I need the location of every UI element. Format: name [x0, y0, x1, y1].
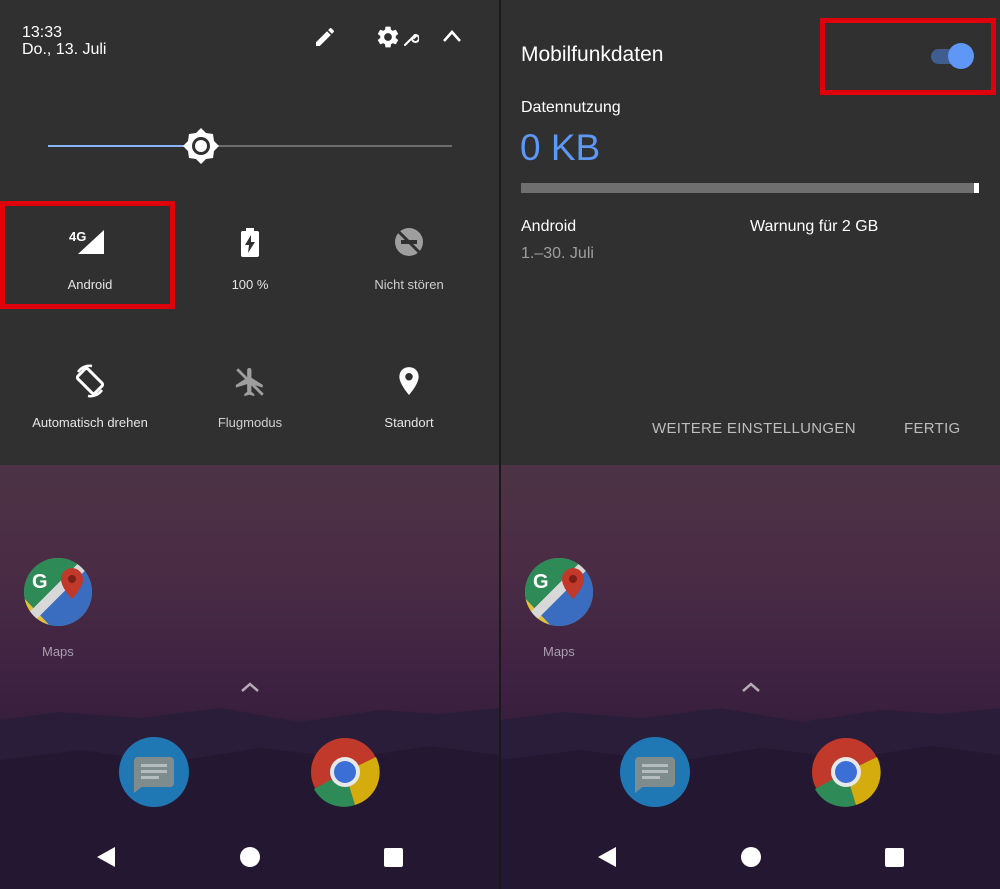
brightness-slider[interactable] — [48, 128, 452, 164]
location-icon — [399, 367, 419, 395]
back-icon[interactable] — [596, 846, 618, 868]
tile-do-not-disturb[interactable]: Nicht stören — [329, 210, 489, 300]
home-icon[interactable] — [239, 846, 261, 868]
airplane-icon — [235, 367, 264, 397]
messages-icon — [635, 757, 675, 793]
maps-app[interactable]: G Maps — [22, 556, 98, 666]
tile-label-airplane-mode: Flugmodus — [217, 415, 283, 430]
chrome-icon — [812, 738, 881, 807]
maps-icon: G — [525, 558, 593, 626]
chrome-icon — [311, 738, 380, 807]
highlight-box-toggle — [820, 18, 996, 95]
maps-label: Maps — [42, 644, 74, 659]
more-settings-button[interactable]: WEITERE EINSTELLUNGEN — [652, 420, 856, 437]
data-warning: Warnung für 2 GB — [750, 218, 879, 235]
status-date: Do., 13. Juli — [22, 41, 107, 58]
brightness-track-filled — [48, 145, 200, 147]
usage-label: Datennutzung — [521, 99, 621, 116]
settings-icon[interactable] — [375, 24, 401, 50]
app-drawer-chevron-icon[interactable] — [741, 681, 761, 693]
brightness-track — [200, 145, 452, 147]
quick-settings-panel: 13:33 Do., 13. Juli 4G Android 100 % Nic… — [0, 0, 499, 465]
home-icon[interactable] — [740, 846, 762, 868]
auto-rotate-icon — [75, 364, 105, 398]
maps-icon: G — [24, 558, 92, 626]
tile-label-auto-rotate: Automatisch drehen — [32, 415, 148, 430]
tile-battery[interactable]: 100 % — [170, 210, 330, 300]
network-name: Android — [521, 218, 577, 235]
mobile-data-detail-panel: Mobilfunkdaten Datennutzung 0 KB Android… — [501, 0, 1000, 465]
usage-limit-marker — [974, 183, 979, 193]
tile-location[interactable]: Standort — [329, 350, 489, 440]
messages-app[interactable] — [119, 737, 189, 807]
app-drawer-chevron-icon[interactable] — [240, 681, 260, 693]
battery-icon — [241, 228, 259, 257]
brightness-thumb-icon[interactable] — [183, 128, 219, 164]
usage-bar — [521, 183, 979, 193]
svg-text:G: G — [533, 571, 549, 593]
messages-icon — [134, 757, 174, 793]
tile-label-do-not-disturb: Nicht stören — [374, 277, 444, 292]
chrome-app[interactable] — [811, 737, 881, 807]
svg-text:G: G — [32, 571, 48, 593]
status-time: 13:33 — [22, 24, 63, 41]
done-button[interactable]: FERTIG — [904, 420, 961, 437]
developer-wrench-icon — [404, 34, 419, 46]
left-screen: G Maps 13:33 Do., 13. Juli 4G Android 10… — [0, 0, 499, 889]
tile-label-location: Standort — [384, 415, 434, 430]
messages-app[interactable] — [620, 737, 690, 807]
panel-title: Mobilfunkdaten — [521, 43, 664, 66]
recents-icon[interactable] — [885, 848, 904, 867]
chrome-app[interactable] — [310, 737, 380, 807]
do-not-disturb-icon — [395, 228, 423, 256]
highlight-box-mobile-data — [0, 201, 175, 309]
billing-period: 1.–30. Juli — [521, 245, 594, 262]
edit-icon[interactable] — [313, 25, 337, 49]
right-screen: G Maps Mobilfunkdaten Datennutzung 0 KB … — [501, 0, 1000, 889]
tile-label-battery: 100 % — [231, 277, 269, 292]
usage-value: 0 KB — [520, 127, 601, 168]
tile-airplane-mode[interactable]: Flugmodus — [170, 350, 330, 440]
tile-auto-rotate[interactable]: Automatisch drehen — [10, 350, 170, 440]
recents-icon[interactable] — [384, 848, 403, 867]
back-icon[interactable] — [95, 846, 117, 868]
collapse-icon[interactable] — [442, 29, 462, 43]
maps-label: Maps — [543, 644, 575, 659]
maps-app[interactable]: G Maps — [523, 556, 599, 666]
